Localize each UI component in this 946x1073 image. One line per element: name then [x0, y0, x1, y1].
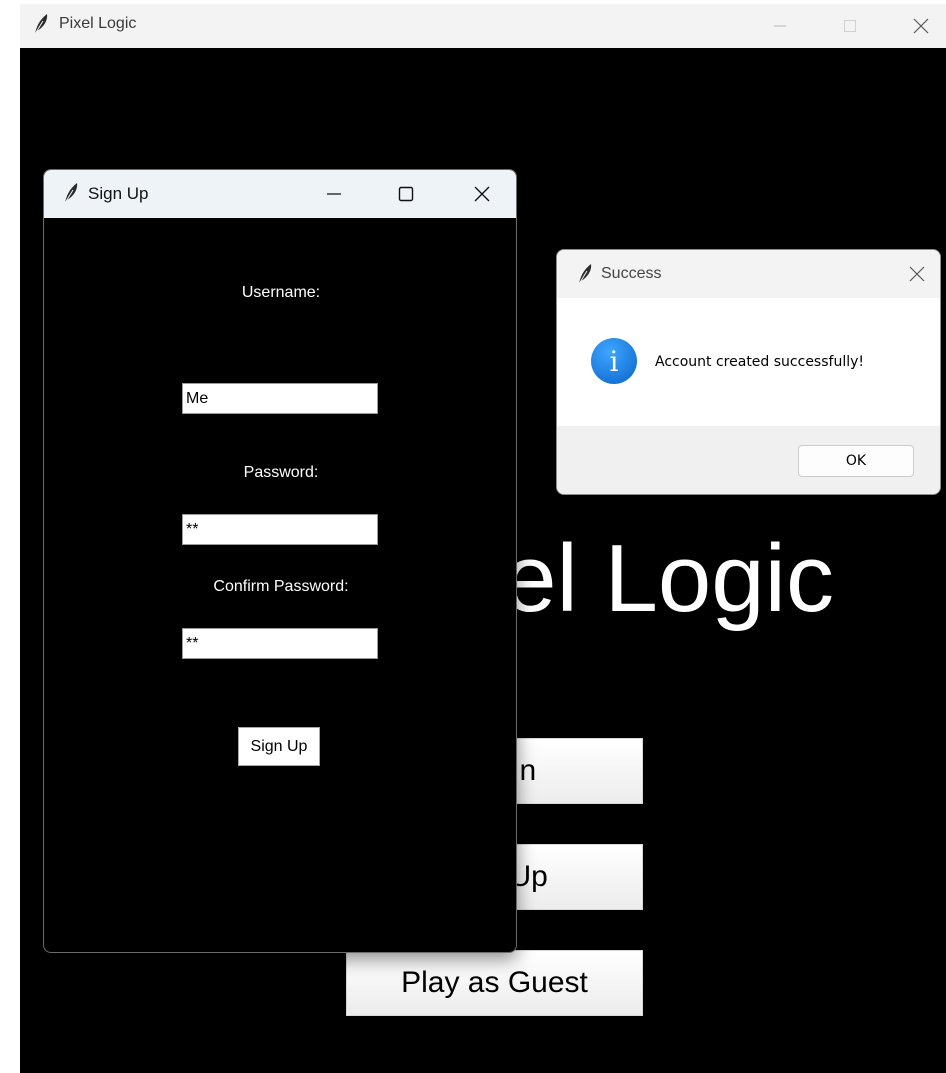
maximize-icon	[398, 186, 414, 202]
success-message: Account created successfully!	[655, 354, 864, 370]
signup-close-button[interactable]	[454, 170, 510, 218]
signup-titlebar[interactable]: Sign Up	[44, 170, 516, 218]
signup-minimize-button[interactable]	[306, 170, 362, 218]
feather-icon	[64, 183, 78, 204]
signup-submit-label: Sign Up	[250, 737, 308, 755]
success-dialog: Success i Account created successfully! …	[556, 249, 941, 495]
close-icon	[909, 266, 925, 282]
success-dialog-title: Success	[601, 265, 662, 282]
play-as-guest-button[interactable]: Play as Guest	[346, 950, 643, 1016]
main-window-title: Pixel Logic	[59, 15, 137, 32]
minimize-icon	[774, 25, 786, 27]
main-maximize-button[interactable]	[827, 4, 873, 48]
password-label: Password:	[243, 464, 319, 481]
username-label: Username:	[241, 284, 321, 301]
success-body: i Account created successfully!	[557, 298, 940, 426]
maximize-icon	[844, 20, 856, 32]
play-as-guest-label: Play as Guest	[401, 966, 588, 999]
username-input[interactable]	[182, 383, 378, 414]
success-titlebar[interactable]: Success	[557, 250, 940, 298]
feather-icon	[578, 264, 592, 285]
signup-window-title: Sign Up	[88, 184, 149, 203]
feather-icon	[34, 14, 48, 35]
success-close-button[interactable]	[894, 250, 940, 298]
signup-submit-button[interactable]: Sign Up	[238, 727, 320, 766]
main-close-button[interactable]	[898, 4, 944, 48]
signup-maximize-button[interactable]	[378, 170, 434, 218]
close-icon	[474, 186, 490, 202]
confirm-password-input[interactable]	[182, 628, 378, 659]
ok-button-label: OK	[845, 453, 867, 469]
main-minimize-button[interactable]	[757, 4, 803, 48]
main-titlebar[interactable]: Pixel Logic	[20, 4, 946, 48]
minimize-icon	[327, 193, 341, 195]
signup-window: Sign Up Username: Password: Confirm Pass…	[43, 169, 517, 953]
success-footer: OK	[557, 426, 940, 494]
info-icon: i	[591, 338, 637, 384]
password-input[interactable]	[182, 514, 378, 545]
game-title: Pixel Logic	[460, 514, 930, 644]
ok-button[interactable]: OK	[798, 445, 914, 477]
confirm-password-label: Confirm Password:	[213, 578, 349, 595]
close-icon	[913, 18, 929, 34]
